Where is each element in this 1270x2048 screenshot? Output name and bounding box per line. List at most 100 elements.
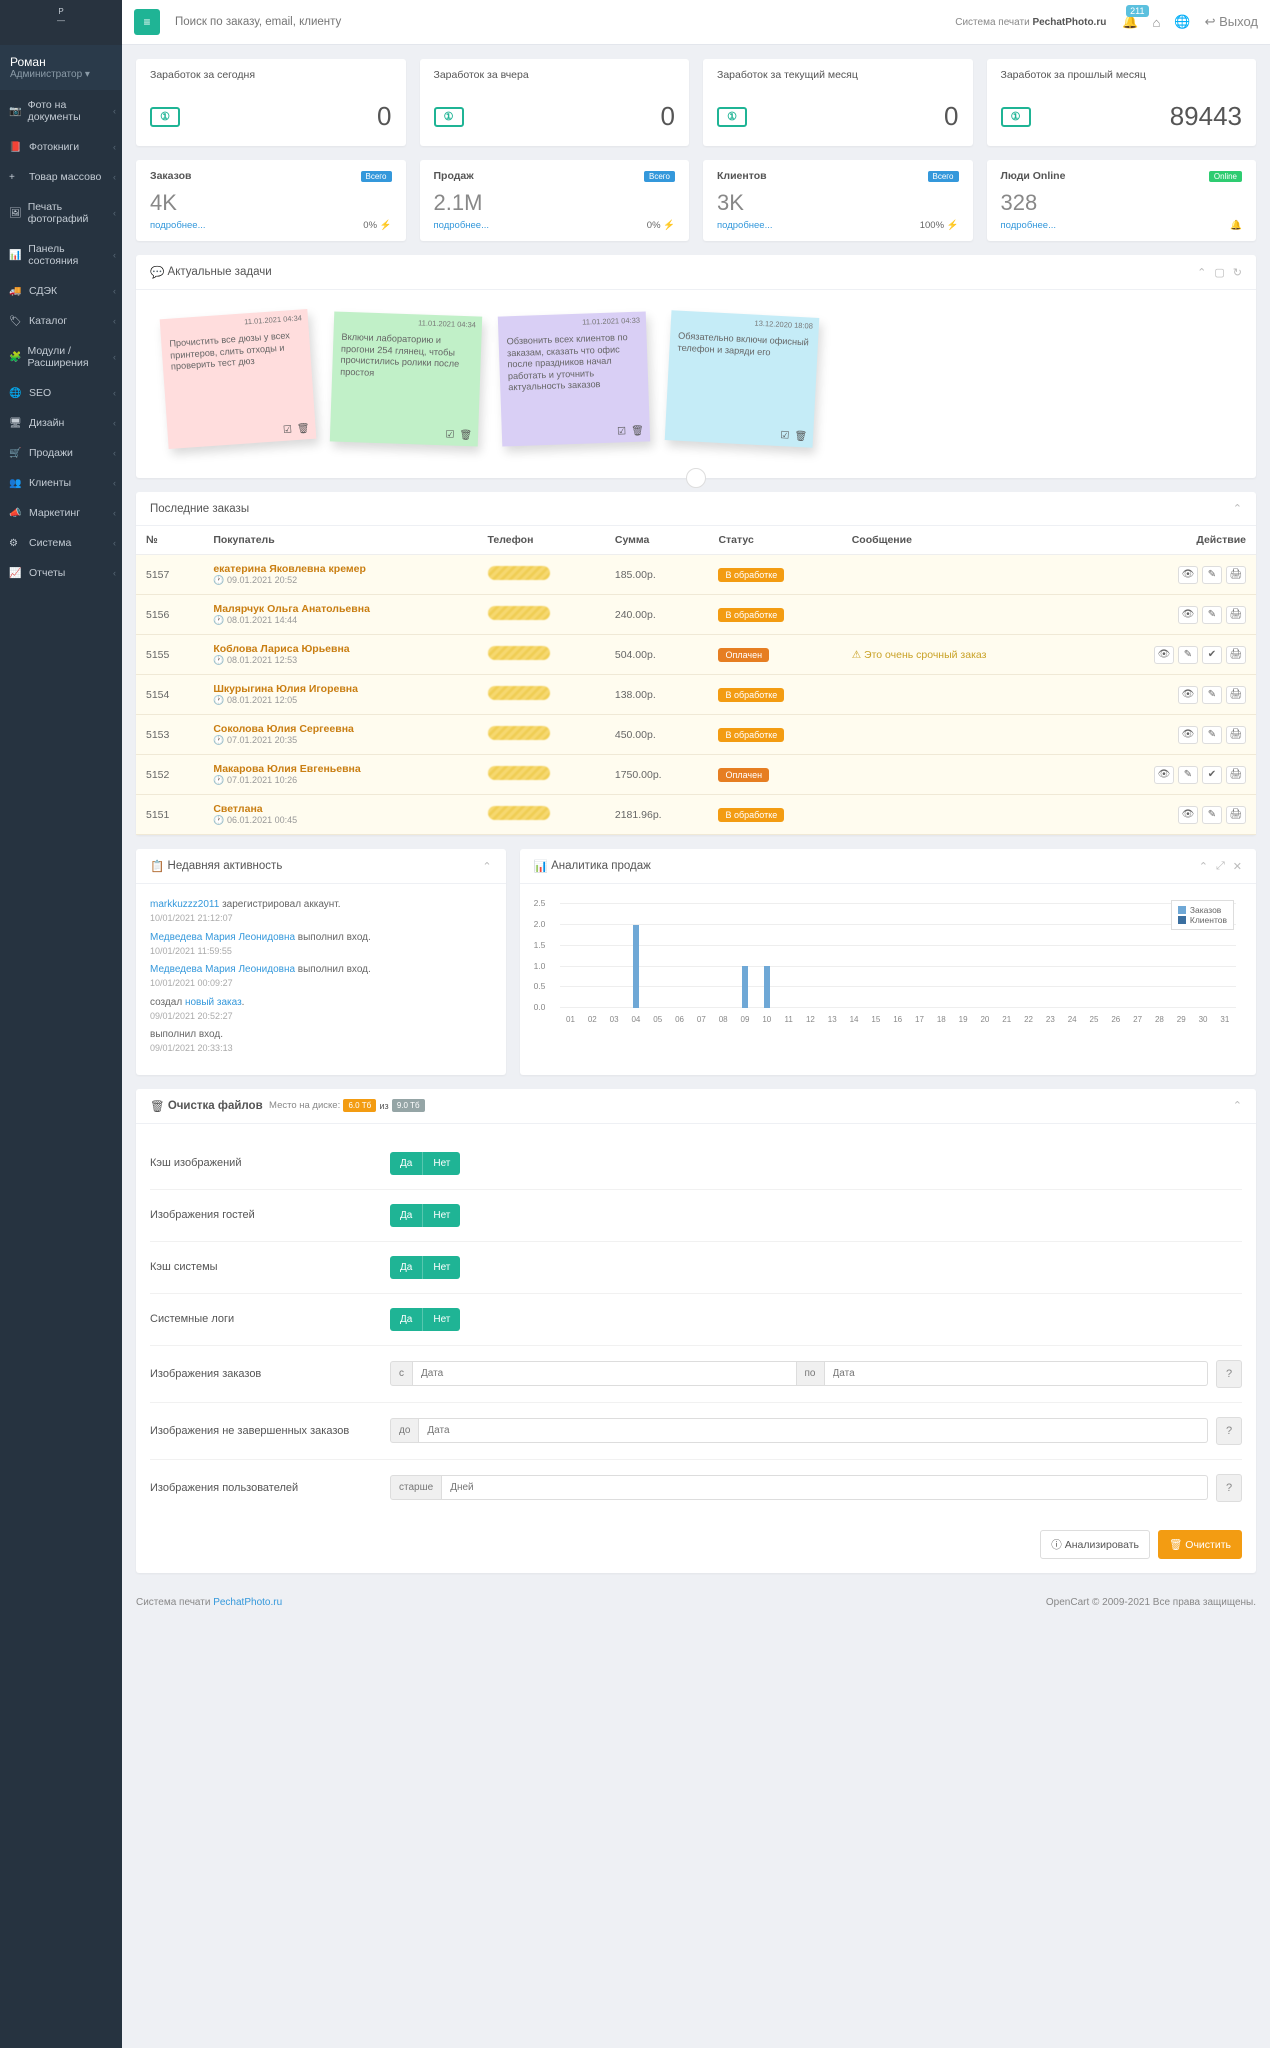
days-input[interactable] [442,1475,1208,1500]
more-link[interactable]: подробнее... [434,220,490,231]
search-input[interactable] [170,11,410,33]
reload-icon[interactable]: ↻ [1233,266,1242,279]
collapse-icon[interactable]: ⌃ [1197,266,1206,279]
yes-button[interactable]: Да [390,1308,422,1331]
print-action[interactable]: 🖨 [1226,806,1246,824]
edit-action[interactable]: ✎ [1178,766,1198,784]
collapse-icon[interactable]: ⌃ [1233,502,1242,515]
edit-action[interactable]: ✎ [1202,606,1222,624]
money-icon: ① [150,107,180,127]
sidebar-item[interactable]: 📣Маркетинг‹ [0,498,122,528]
trash-icon[interactable]: 🗑 [794,430,807,442]
sidebar-item[interactable]: 🏷Каталог‹ [0,306,122,336]
date-until[interactable] [419,1418,1208,1443]
sidebar-item[interactable]: 🛒Продажи‹ [0,438,122,468]
collapse-icon[interactable]: ⌃ [1199,860,1208,873]
more-link[interactable]: подробнее... [150,220,206,231]
check-action[interactable]: ✔ [1202,646,1222,664]
print-action[interactable]: 🖨 [1226,686,1246,704]
view-action[interactable]: 👁 [1178,686,1198,704]
sticky-note[interactable]: 11.01.2021 04:33Обзвонить всех клиентов … [498,311,650,446]
expand-icon[interactable]: ⤢ [1216,860,1225,873]
print-action[interactable]: 🖨 [1226,566,1246,584]
help-icon[interactable]: ? [1216,1474,1242,1502]
no-button[interactable]: Нет [422,1152,460,1175]
yes-button[interactable]: Да [390,1256,422,1279]
menu-toggle[interactable]: ≡ [134,9,160,35]
trash-icon[interactable]: 🗑 [459,429,472,440]
check-icon[interactable]: ☑ [445,429,454,440]
more-link[interactable]: подробнее... [1001,220,1057,231]
edit-action[interactable]: ✎ [1202,806,1222,824]
table-row: 5151 Светлана🕐 06.01.2021 00:45 2181.96р… [136,795,1256,835]
sidebar-item[interactable]: 📈Отчеты‹ [0,558,122,588]
collapse-icon[interactable]: ⌃ [482,860,491,873]
yes-button[interactable]: Да [390,1204,422,1227]
phone-blur [488,686,550,700]
sidebar-item[interactable]: 🖥Дизайн‹ [0,408,122,438]
add-note[interactable] [686,468,706,488]
view-action[interactable]: 👁 [1154,766,1174,784]
sticky-note[interactable]: 11.01.2021 04:34Прочистить все дюзы у вс… [160,309,317,449]
footer-site-link[interactable]: PechatPhoto.ru [213,1597,282,1608]
status-badge: В обработке [718,568,784,582]
edit-action[interactable]: ✎ [1202,726,1222,744]
date-from[interactable] [413,1361,797,1386]
check-icon[interactable]: ☑ [283,424,293,436]
sidebar-item[interactable]: 📷Фото на документы‹ [0,90,122,132]
view-action[interactable]: 👁 [1178,566,1198,584]
view-action[interactable]: 👁 [1178,606,1198,624]
money-icon: ① [1001,107,1031,127]
cleanup-row: Кэш системыДаНет [150,1241,1242,1293]
trash-icon[interactable]: 🗑 [297,423,310,435]
check-icon[interactable]: ☑ [780,430,790,441]
trash-icon[interactable]: 🗑 [631,425,644,436]
sidebar-item[interactable]: ⚙Система‹ [0,528,122,558]
print-action[interactable]: 🖨 [1226,646,1246,664]
view-action[interactable]: 👁 [1154,646,1174,664]
yes-button[interactable]: Да [390,1152,422,1175]
sidebar-item[interactable]: +Товар массово‹ [0,162,122,192]
sidebar-item[interactable]: 📊Панель состояния‹ [0,234,122,276]
sidebar-item[interactable]: 👥Клиенты‹ [0,468,122,498]
edit-action[interactable]: ✎ [1178,646,1198,664]
sidebar-item[interactable]: 🧩Модули / Расширения‹ [0,336,122,378]
check-icon[interactable]: ☑ [617,426,626,437]
sticky-note[interactable]: 13.12.2020 18:08Обязательно включи офисн… [665,310,820,448]
bell-icon[interactable]: 🔔211 [1122,14,1138,30]
more-link[interactable]: подробнее... [717,220,773,231]
sidebar-item[interactable]: 🖼Печать фотографий‹ [0,192,122,234]
cleanup-panel: 🗑 Очистка файлов Место на диске: 6.0 Тб … [136,1089,1256,1573]
home-icon[interactable]: ⌂ [1153,15,1161,30]
table-row: 5155 Коблова Лариса Юрьевна🕐 08.01.2021 … [136,635,1256,675]
trash-icon: 🗑 [150,1099,165,1113]
print-action[interactable]: 🖨 [1226,606,1246,624]
help-icon[interactable]: ? [1216,1417,1242,1445]
collapse-icon[interactable]: ⌃ [1233,1099,1242,1112]
clear-button[interactable]: 🗑 Очистить [1158,1530,1242,1559]
sidebar-item[interactable]: 📕Фотокниги‹ [0,132,122,162]
help-icon[interactable]: ? [1216,1360,1242,1388]
view-action[interactable]: 👁 [1178,806,1198,824]
view-action[interactable]: 👁 [1178,726,1198,744]
edit-action[interactable]: ✎ [1202,566,1222,584]
globe-icon[interactable]: 🌐 [1174,14,1190,30]
sidebar-item[interactable]: 🚚СДЭК‹ [0,276,122,306]
sticky-note[interactable]: 11.01.2021 04:34Включи лабораторию и про… [330,311,482,446]
analyse-button[interactable]: ⓘ Анализировать [1040,1530,1150,1559]
print-action[interactable]: 🖨 [1226,726,1246,744]
edit-action[interactable]: ✎ [1202,686,1222,704]
no-button[interactable]: Нет [422,1308,460,1331]
expand-icon[interactable]: ▢ [1214,266,1224,279]
no-button[interactable]: Нет [422,1256,460,1279]
date-to[interactable] [825,1361,1209,1386]
close-icon[interactable]: ✕ [1233,860,1242,873]
phone-blur [488,766,550,780]
check-action[interactable]: ✔ [1202,766,1222,784]
no-button[interactable]: Нет [422,1204,460,1227]
status-badge: В обработке [718,808,784,822]
print-action[interactable]: 🖨 [1226,766,1246,784]
sidebar-item[interactable]: 🌐SEO‹ [0,378,122,408]
logout-link[interactable]: ↩ Выход [1205,14,1258,30]
user-block[interactable]: Роман Администратор ▾ [0,45,122,90]
